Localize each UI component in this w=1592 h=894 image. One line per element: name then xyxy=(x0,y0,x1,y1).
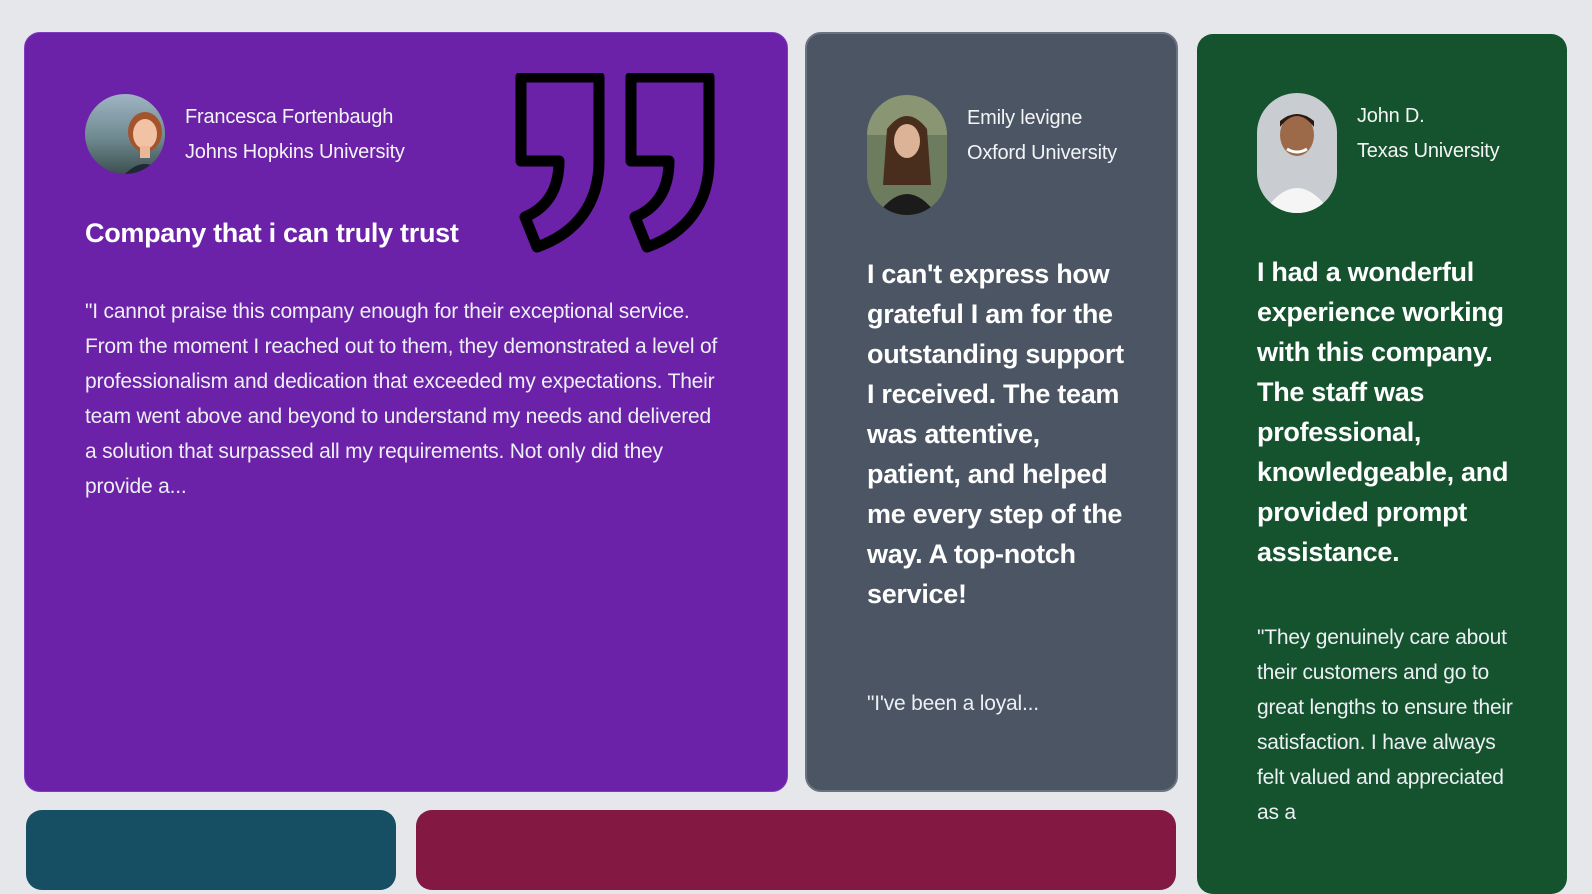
reviewer-name: Emily levigne xyxy=(967,107,1083,129)
testimonial-body: "They genuinely care about their custome… xyxy=(1257,626,1513,824)
reviewer-name: John D. xyxy=(1357,105,1425,127)
avatar xyxy=(867,95,947,215)
profile-header: Francesca Fortenbaugh Johns Hopkins Univ… xyxy=(85,94,405,174)
testimonial-headline: Company that i can truly trust xyxy=(85,218,459,248)
testimonial-card-partial-maroon xyxy=(416,810,1176,890)
reviewer-school: Johns Hopkins University xyxy=(185,141,405,163)
testimonial-headline: I had a wonderful experience working wit… xyxy=(1257,257,1509,567)
reviewer-name: Francesca Fortenbaugh xyxy=(185,106,394,128)
testimonial-body: "I cannot praise this company enough for… xyxy=(85,300,718,498)
testimonial-body: "I've been a loyal... xyxy=(867,692,1039,715)
testimonial-card-partial-teal xyxy=(26,810,396,890)
testimonial-card-francesca: Francesca Fortenbaugh Johns Hopkins Univ… xyxy=(24,32,788,792)
avatar xyxy=(1257,93,1337,213)
testimonial-card-emily: Emily levigne Oxford University I can't … xyxy=(805,32,1178,792)
reviewer-school: Texas University xyxy=(1357,140,1500,162)
profile-info: Francesca Fortenbaugh Johns Hopkins Univ… xyxy=(185,100,405,170)
avatar xyxy=(85,94,165,174)
profile-info: Emily levigne Oxford University xyxy=(967,101,1117,171)
quote-icon xyxy=(515,73,715,253)
profile-header: John D. Texas University xyxy=(1257,93,1500,213)
testimonial-card-john: John D. Texas University I had a wonderf… xyxy=(1197,34,1567,894)
profile-header: Emily levigne Oxford University xyxy=(867,95,1117,215)
profile-info: John D. Texas University xyxy=(1357,99,1500,169)
reviewer-school: Oxford University xyxy=(967,142,1117,164)
testimonial-headline: I can't express how grateful I am for th… xyxy=(867,259,1124,609)
